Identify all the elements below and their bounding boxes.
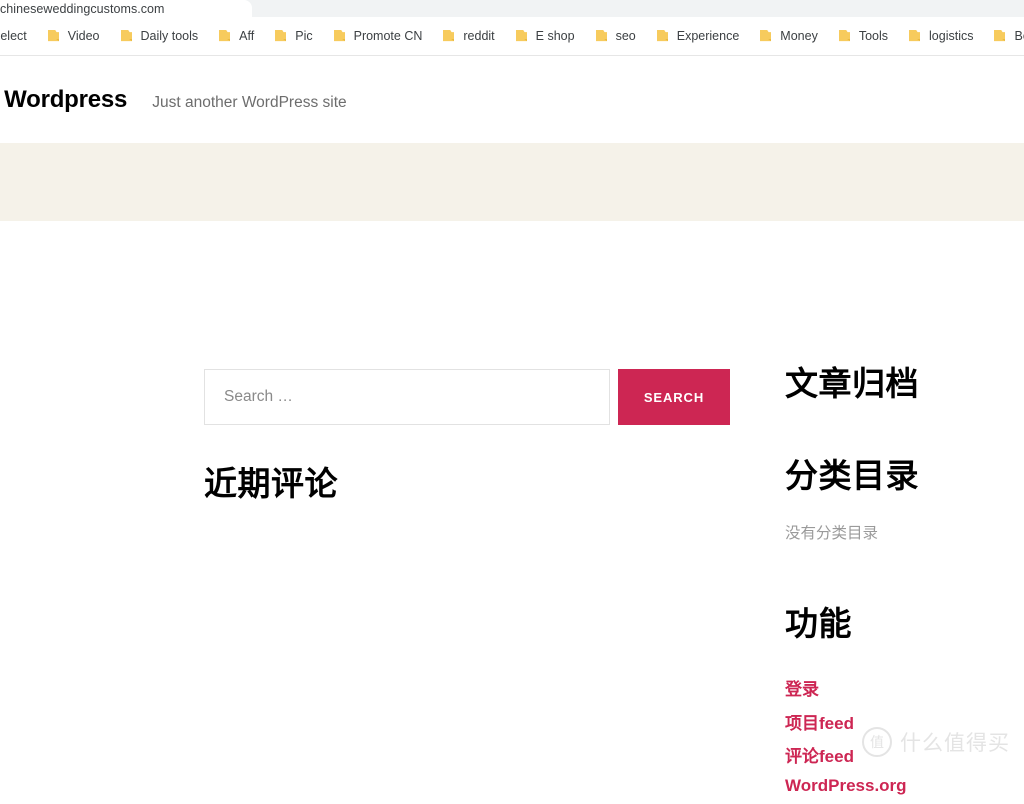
bookmark-label: Bolgs: [1014, 29, 1024, 43]
bookmark-label: Experience: [676, 29, 740, 43]
bookmark-item[interactable]: Tools: [830, 24, 896, 48]
folder-icon: [994, 30, 1006, 42]
folder-icon: [595, 30, 607, 42]
widget-recent-comments-heading: 近期评论: [204, 465, 338, 502]
bookmark-label: seo: [615, 29, 636, 43]
bookmark-item[interactable]: Pic: [266, 24, 320, 48]
widget-meta-heading: 功能: [785, 605, 852, 642]
bookmark-label: Video: [67, 29, 100, 43]
search-input[interactable]: [204, 369, 610, 425]
tab-strip: chineseweddingcustoms.com: [0, 0, 1024, 17]
widget-categories-heading: 分类目录: [785, 457, 919, 494]
site-tagline: Just another WordPress site: [152, 93, 347, 111]
folder-icon: [838, 30, 850, 42]
folder-icon: [909, 30, 921, 42]
bookmark-label: Pic: [295, 29, 313, 43]
widget-categories: 分类目录 没有分类目录: [785, 457, 919, 543]
bookmark-bar: Select Video Daily tools Aff Pic Promote CN re…: [0, 17, 1024, 56]
bookmark-label: Daily tools: [140, 29, 199, 43]
folder-icon: [219, 30, 231, 42]
list-item: WordPress.org: [785, 776, 907, 796]
bookmark-item[interactable]: Money: [751, 24, 826, 48]
bookmark-item[interactable]: Daily tools: [112, 24, 207, 48]
bookmark-item[interactable]: logistics: [900, 24, 981, 48]
folder-icon: [333, 30, 345, 42]
bookmark-label: E shop: [535, 29, 575, 43]
meta-link[interactable]: 登录: [785, 680, 819, 699]
folder-icon: [760, 30, 772, 42]
bookmark-label: Tools: [858, 29, 889, 43]
browser-tab-title: chineseweddingcustoms.com: [0, 1, 165, 16]
main-content: SEARCH 近期评论 文章归档 分类目录 没有分类目录 功能 登录项目feed…: [0, 221, 1024, 795]
list-item: 登录: [785, 675, 907, 700]
watermark-text: 什么值得买: [900, 731, 1010, 755]
bookmark-item[interactable]: Select: [0, 24, 35, 48]
site-title[interactable]: ly Wordpress: [0, 86, 127, 114]
bookmark-label: Promote CN: [353, 29, 423, 43]
browser-tab[interactable]: chineseweddingcustoms.com: [0, 0, 252, 17]
bookmark-label: reddit: [463, 29, 495, 43]
meta-link[interactable]: WordPress.org: [785, 776, 907, 795]
meta-link[interactable]: 项目feed: [785, 714, 854, 733]
search-button[interactable]: SEARCH: [618, 369, 730, 425]
bookmark-item[interactable]: E shop: [507, 24, 583, 48]
hero-banner: [0, 143, 1024, 221]
bookmark-item[interactable]: Experience: [648, 24, 748, 48]
widget-recent-comments: 近期评论: [204, 465, 338, 502]
site-branding: ly Wordpress Just another WordPress site: [0, 86, 347, 114]
widget-archives-heading: 文章归档: [785, 365, 919, 402]
bookmark-label: Money: [780, 29, 818, 43]
bookmark-item[interactable]: Bolgs: [985, 24, 1024, 48]
bookmark-item[interactable]: Video: [39, 24, 108, 48]
bookmark-label: Select: [0, 29, 27, 43]
list-item: 评论feed: [785, 742, 907, 767]
folder-icon: [275, 30, 287, 42]
site-header: ly Wordpress Just another WordPress site: [0, 56, 1024, 143]
widget-meta: 功能 登录项目feed 评论feed WordPress.org: [785, 605, 907, 804]
search-form: SEARCH: [204, 369, 730, 425]
folder-icon: [656, 30, 668, 42]
folder-icon: [47, 30, 59, 42]
folder-icon: [120, 30, 132, 42]
bookmark-item[interactable]: seo: [587, 24, 644, 48]
list-item: 项目feed: [785, 709, 907, 734]
folder-icon: [443, 30, 455, 42]
bookmark-item[interactable]: reddit: [434, 24, 502, 48]
bookmark-item[interactable]: Aff: [210, 24, 262, 48]
widget-categories-empty-note: 没有分类目录: [785, 525, 879, 543]
bookmark-label: Aff: [239, 29, 255, 43]
meta-link[interactable]: 评论feed: [785, 747, 854, 766]
widget-archives: 文章归档: [785, 365, 919, 402]
meta-link-list: 登录项目feed 评论feed WordPress.org: [785, 675, 907, 796]
browser-chrome: chineseweddingcustoms.com Select Video Dai…: [0, 0, 1024, 56]
bookmark-label: logistics: [929, 29, 974, 43]
folder-icon: [515, 30, 527, 42]
bookmark-item[interactable]: Promote CN: [325, 24, 431, 48]
